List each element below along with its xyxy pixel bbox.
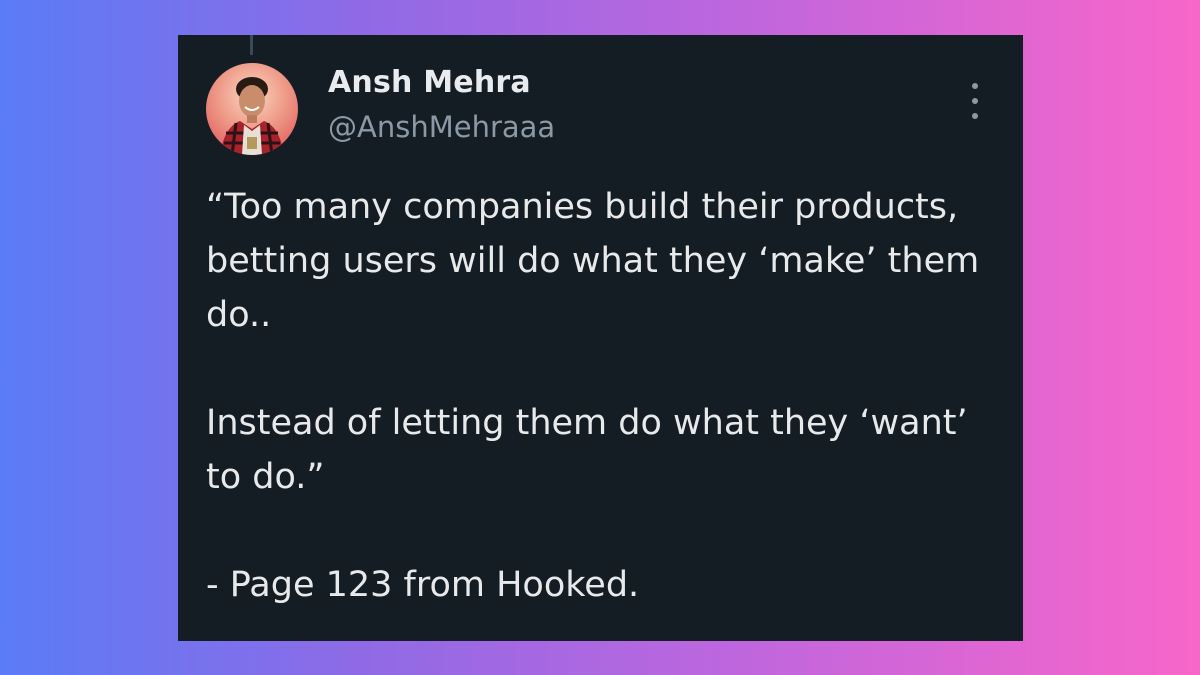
tweet-paragraph: “Too many companies build their products… — [206, 187, 980, 335]
avatar[interactable] — [206, 63, 298, 155]
thread-connector-line — [250, 35, 253, 55]
more-vertical-icon-dot — [972, 98, 978, 104]
more-vertical-icon-dot — [972, 113, 978, 119]
author-handle[interactable]: @AnshMehraaa — [328, 110, 555, 144]
tweet-card: Ansh Mehra @AnshMehraaa “Too many compan… — [178, 35, 1023, 641]
author-name[interactable]: Ansh Mehra — [328, 65, 531, 100]
tweet-text: “Too many companies build their products… — [206, 180, 996, 612]
tweet-paragraph: - Page 123 from Hooked. — [206, 565, 640, 605]
tweet-paragraph: Instead of letting them do what they ‘wa… — [206, 403, 968, 497]
more-vertical-icon — [972, 83, 978, 89]
more-options-button[interactable] — [960, 83, 990, 119]
profile-photo-icon — [220, 77, 284, 155]
